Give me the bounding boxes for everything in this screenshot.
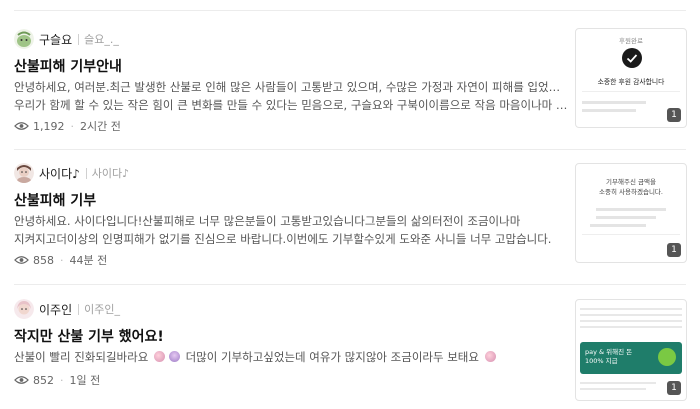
separator — [78, 303, 80, 315]
author-row[interactable]: 구슬요 슬요_._ — [14, 28, 119, 50]
image-count-badge: 1 — [667, 243, 681, 257]
post-thumbnail[interactable]: pay & 위해진 돈 100% 지급 1 — [575, 299, 687, 401]
thumbnail-caption: 소중히 사용하겠습니다. — [599, 188, 663, 196]
thumbnail-divider — [580, 314, 682, 316]
thumbnail-divider — [580, 326, 682, 328]
thumbnail-divider — [590, 224, 646, 227]
title-text: 작지만 — [14, 329, 58, 345]
title-text: 했어요! — [113, 329, 164, 345]
thumbnail-divider — [596, 216, 656, 219]
snippet-line: 산불이 빨리 진화되길바라요 더많이 기부하고싶었는데 여유가 많지않아 조금이… — [14, 348, 569, 366]
meta-dot: · — [60, 373, 64, 387]
snippet-line: 안녕하세요, 여러분.최근 발생한 산불로 인해 많은 사람들이 고통받고 있으… — [14, 80, 569, 94]
view-count: 1,192 — [33, 119, 65, 133]
post-time: 2시간 전 — [80, 120, 121, 133]
coin-icon — [658, 348, 676, 366]
post-meta: 858 · 44분 전 — [14, 252, 107, 268]
snippet-line: 지켜지고더이상의 인명피해가 없기를 진심으로 바랍니다.이번에도 기부할수있게… — [14, 232, 552, 246]
meta-dot: · — [70, 119, 75, 133]
eye-icon — [14, 376, 29, 384]
thumbnail-caption: 기부해주신 금액을 — [606, 178, 656, 186]
author-id: 사이다♪ — [91, 167, 130, 180]
eye-icon — [14, 256, 29, 264]
avatar[interactable] — [14, 29, 34, 49]
image-count-badge: 1 — [667, 381, 681, 395]
post-title[interactable]: 산불피해 기부 — [14, 190, 96, 210]
author-name[interactable]: 사이다♪ — [39, 165, 80, 182]
top-divider — [14, 10, 686, 11]
promo-line: 100% 지급 — [585, 357, 618, 365]
post-title[interactable]: 산불피해 기부안내 — [14, 56, 122, 76]
thumbnail-divider — [580, 388, 646, 390]
thumbnail-divider — [582, 91, 680, 92]
view-count: 852 — [33, 373, 54, 387]
view-count: 858 — [33, 253, 54, 267]
author-row[interactable]: 이주인 이주인_ — [14, 298, 120, 320]
thumbnail-divider — [582, 109, 636, 112]
post-time: 1일 전 — [69, 374, 101, 387]
post-thumbnail[interactable]: 기부해주신 금액을 소중히 사용하겠습니다. 1 — [575, 163, 687, 263]
check-icon — [622, 48, 642, 68]
post-thumbnail[interactable]: 후원완료 소중한 후원 감사합니다 1 — [575, 28, 687, 128]
author-name[interactable]: 구슬요 — [39, 31, 72, 48]
author-row[interactable]: 사이다♪ 사이다♪ — [14, 162, 129, 184]
thumbnail-caption: 후원완료 — [619, 37, 643, 45]
pray-emoji-icon — [153, 351, 165, 362]
author-id: 슬요_._ — [84, 33, 119, 46]
post-snippet[interactable]: 안녕하세요. 사이다입니다!산불피해로 너무 많은분들이 고통받고있습니다그분들… — [14, 212, 569, 248]
meta-dot: · — [60, 253, 64, 267]
post-meta: 1,192 · 2시간 전 — [14, 118, 121, 134]
snippet-line: 안녕하세요. 사이다입니다!산불피해로 너무 많은분들이 고통받고있습니다그분들… — [14, 214, 521, 228]
promo-banner: pay & 위해진 돈 100% 지급 — [580, 342, 682, 374]
separator — [85, 167, 87, 179]
snippet-text: 산불이 빨리 진화되길바라요 — [14, 350, 152, 364]
post-snippet[interactable]: 산불이 빨리 진화되길바라요 더많이 기부하고싶었는데 여유가 많지않아 조금이… — [14, 348, 569, 366]
snippet-line: 우리가 함께 할 수 있는 작은 힘이 큰 변화를 만들 수 있다는 믿음으로,… — [14, 98, 569, 112]
thumbnail-divider — [582, 234, 680, 235]
thumbnail-divider — [580, 382, 656, 384]
row-divider — [14, 149, 686, 150]
eye-icon — [14, 122, 29, 130]
avatar[interactable] — [14, 163, 34, 183]
title-highlight: 산불 기부 — [57, 329, 114, 345]
row-divider — [14, 284, 686, 285]
post-snippet[interactable]: 안녕하세요, 여러분.최근 발생한 산불로 인해 많은 사람들이 고통받고 있으… — [14, 78, 569, 114]
avatar-image — [14, 29, 34, 49]
flower-emoji-icon — [168, 351, 180, 362]
post-time: 44분 전 — [69, 254, 108, 267]
post-meta: 852 · 1일 전 — [14, 372, 100, 388]
post-title[interactable]: 작지만 산불 기부 했어요! — [14, 326, 164, 346]
snippet-text: 더많이 기부하고싶었는데 여유가 많지않아 조금이라두 보태요 — [181, 350, 483, 364]
avatar-image — [14, 163, 34, 183]
author-name[interactable]: 이주인 — [39, 301, 72, 318]
pray-emoji-icon — [484, 351, 496, 362]
avatar-image — [14, 299, 34, 319]
author-id: 이주인_ — [84, 303, 120, 316]
thumbnail-divider — [596, 208, 666, 211]
separator — [78, 33, 80, 45]
avatar[interactable] — [14, 299, 34, 319]
thumbnail-divider — [582, 101, 646, 104]
image-count-badge: 1 — [667, 108, 681, 122]
thumbnail-divider — [580, 320, 682, 322]
thumbnail-divider — [580, 308, 682, 310]
thumbnail-caption: 소중한 후원 감사합니다 — [597, 78, 665, 86]
